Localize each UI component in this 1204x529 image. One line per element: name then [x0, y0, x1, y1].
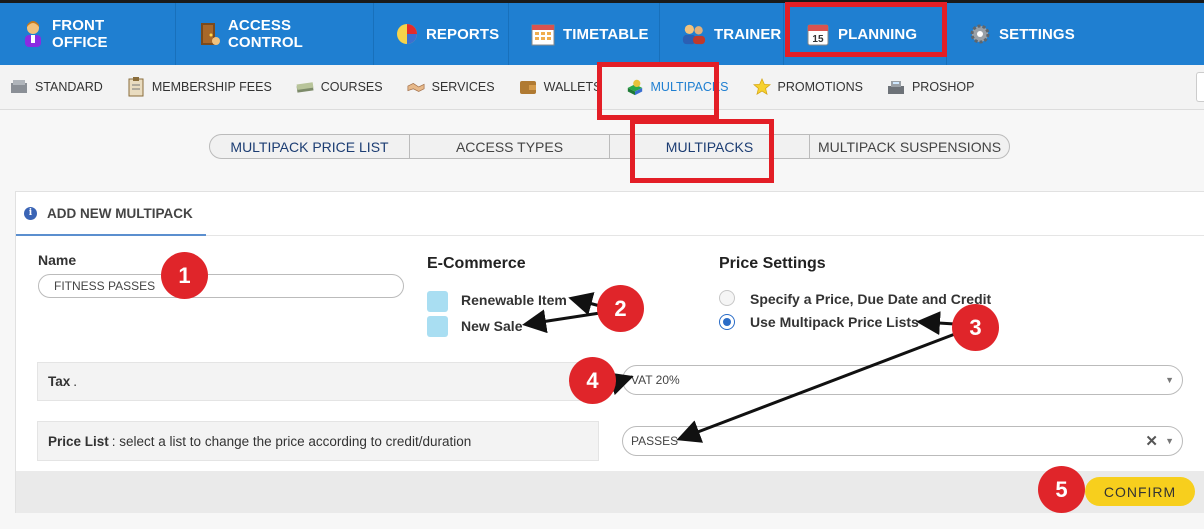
tab-multipacks[interactable]: MULTIPACKS [610, 135, 810, 158]
price-list-hint: : select a list to change the price acco… [111, 433, 472, 449]
subnav-standard[interactable]: STANDARD [10, 78, 103, 96]
multipack-tabs: MULTIPACK PRICE LIST ACCESS TYPES MULTIP… [209, 134, 1010, 159]
specify-price-label: Specify a Price, Due Date and Credit [750, 291, 992, 307]
multipack-icon [626, 78, 644, 96]
subnav-courses[interactable]: COURSES [296, 78, 383, 96]
calendar-15-icon: 15 [806, 21, 830, 47]
use-price-lists-label: Use Multipack Price Lists [750, 314, 919, 330]
subnav-label: MEMBERSHIP FEES [151, 80, 272, 94]
step-badge-4: 4 [569, 357, 616, 404]
chevron-down-icon: ▼ [1165, 375, 1174, 385]
name-value: FITNESS PASSES [54, 279, 156, 293]
ecommerce-title: E-Commerce [427, 255, 526, 272]
boxes-icon [10, 78, 28, 96]
step-badge-3: 3 [952, 304, 999, 351]
tab-access-types[interactable]: ACCESS TYPES [410, 135, 610, 158]
tab-multipack-suspensions[interactable]: MULTIPACK SUSPENSIONS [810, 135, 1009, 158]
nav-label: FRONT OFFICE [52, 17, 108, 51]
panel-footer [16, 471, 1204, 513]
nav-access-control[interactable]: ACCESS CONTROL [176, 3, 374, 65]
nav-label: SETTINGS [999, 25, 1075, 43]
calendar-day-text: 15 [812, 34, 824, 45]
nav-reports[interactable]: REPORTS [374, 3, 509, 65]
step-badge-2: 2 [597, 285, 644, 332]
new-sale-checkbox[interactable] [427, 316, 448, 337]
renewable-item-label: Renewable Item [461, 292, 567, 308]
subnav-multipacks[interactable]: MULTIPACKS [626, 78, 729, 96]
renewable-item-checkbox[interactable] [427, 291, 448, 312]
handshake-icon [407, 78, 425, 96]
tab-multipack-price-list[interactable]: MULTIPACK PRICE LIST [210, 135, 410, 158]
tax-row: Tax. [37, 362, 599, 401]
subnav-right-control[interactable] [1196, 72, 1204, 102]
people-icon [682, 21, 706, 47]
nav-settings[interactable]: SETTINGS [947, 3, 1075, 65]
sub-navigation: STANDARD MEMBERSHIP FEES COURSES SERVICE… [0, 65, 1204, 110]
nav-label: TRAINER [714, 25, 782, 43]
wallet-icon [519, 78, 537, 96]
tax-value: VAT 20% [631, 373, 680, 387]
cash-register-icon [887, 78, 905, 96]
price-list-value: PASSES [631, 434, 679, 448]
door-access-icon [198, 21, 220, 47]
step-badge-5: 5 [1038, 466, 1085, 513]
money-stack-icon [296, 78, 314, 96]
receptionist-icon [22, 21, 44, 47]
nav-label: REPORTS [426, 25, 500, 43]
star-icon [752, 77, 771, 96]
subnav-label: COURSES [320, 80, 383, 94]
subnav-label: PROSHOP [911, 80, 975, 94]
panel-header: i ADD NEW MULTIPACK [16, 192, 206, 236]
pie-chart-icon [396, 21, 418, 47]
info-icon: i [24, 206, 37, 220]
top-navigation: FRONT OFFICE ACCESS CONTROL REPORTS TIME… [0, 0, 1204, 65]
gear-icon [969, 21, 991, 47]
nav-timetable[interactable]: TIMETABLE [509, 3, 660, 65]
nav-label: PLANNING [838, 25, 918, 43]
subnav-label: SERVICES [431, 80, 495, 94]
subnav-wallets[interactable]: WALLETS [519, 78, 602, 96]
tax-select[interactable]: VAT 20% ▼ [622, 365, 1183, 395]
tax-suffix: . [73, 374, 78, 389]
confirm-button[interactable]: CONFIRM [1085, 477, 1195, 506]
use-price-lists-radio[interactable] [719, 314, 735, 330]
new-sale-label: New Sale [461, 318, 523, 334]
tax-label: Tax [48, 374, 71, 389]
panel-title: ADD NEW MULTIPACK [47, 205, 193, 221]
subnav-services[interactable]: SERVICES [407, 78, 495, 96]
header-divider [206, 235, 1204, 236]
calendar-grid-icon [531, 21, 555, 47]
add-multipack-panel: i ADD NEW MULTIPACK Name FITNESS PASSES … [15, 191, 1204, 513]
subnav-label: MULTIPACKS [650, 80, 729, 94]
price-settings-title: Price Settings [719, 255, 826, 272]
subnav-proshop[interactable]: PROSHOP [887, 78, 975, 96]
price-list-row: Price List: select a list to change the … [37, 421, 599, 461]
subnav-label: STANDARD [35, 80, 103, 94]
name-label: Name [38, 252, 77, 268]
nav-front-office[interactable]: FRONT OFFICE [0, 3, 176, 65]
nav-label: ACCESS CONTROL [228, 17, 303, 51]
name-input[interactable]: FITNESS PASSES [38, 274, 404, 298]
step-badge-1: 1 [161, 252, 208, 299]
price-list-label: Price List [48, 433, 109, 449]
nav-label: TIMETABLE [563, 25, 649, 43]
subnav-label: PROMOTIONS [777, 80, 863, 94]
subnav-promotions[interactable]: PROMOTIONS [752, 77, 863, 96]
subnav-label: WALLETS [543, 80, 602, 94]
clipboard-icon [127, 77, 145, 97]
price-list-select[interactable]: PASSES ✕ ▼ [622, 426, 1183, 456]
clear-icon[interactable]: ✕ [1145, 432, 1158, 450]
nav-planning[interactable]: 15 PLANNING [784, 3, 947, 65]
chevron-down-icon: ▼ [1165, 436, 1174, 446]
subnav-membership-fees[interactable]: MEMBERSHIP FEES [127, 77, 272, 97]
nav-trainer[interactable]: TRAINER [660, 3, 784, 65]
specify-price-radio[interactable] [719, 290, 735, 306]
